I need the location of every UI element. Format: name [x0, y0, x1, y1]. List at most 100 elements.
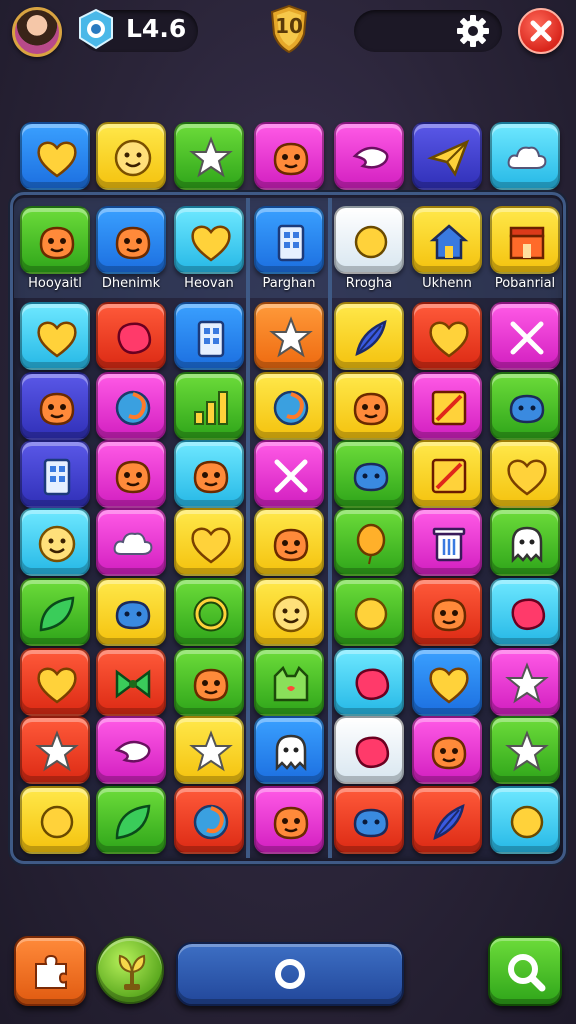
- house-icon: [429, 224, 469, 260]
- grid-tile[interactable]: [174, 440, 244, 508]
- top-tile[interactable]: [174, 122, 244, 190]
- circle-icon: [510, 805, 544, 839]
- grid-tile[interactable]: [174, 302, 244, 370]
- grid-tile[interactable]: [334, 508, 404, 576]
- puzzle-button[interactable]: [14, 936, 86, 1006]
- grid-tile[interactable]: [412, 372, 482, 440]
- level-badge-icon: [79, 8, 113, 50]
- top-tile[interactable]: [412, 122, 482, 190]
- main-action-button[interactable]: [176, 942, 404, 1006]
- top-tile[interactable]: [254, 122, 324, 190]
- monster-face-icon: [115, 226, 151, 260]
- header-tile[interactable]: [490, 206, 560, 274]
- shop-icon: [509, 226, 545, 260]
- grid-tile[interactable]: [490, 372, 560, 440]
- grid-tile[interactable]: [20, 786, 90, 854]
- close-button[interactable]: [518, 8, 564, 54]
- grid-tile[interactable]: [334, 716, 404, 784]
- header-tile[interactable]: [96, 206, 166, 274]
- top-tile[interactable]: [334, 122, 404, 190]
- heart-icon: [429, 321, 469, 358]
- grid-tile[interactable]: [20, 508, 90, 576]
- grid-tile[interactable]: [174, 508, 244, 576]
- grid-tile[interactable]: [490, 786, 560, 854]
- grid-tile[interactable]: [254, 786, 324, 854]
- grid-tile[interactable]: [96, 440, 166, 508]
- top-tile[interactable]: [20, 122, 90, 190]
- grid-tile[interactable]: [174, 716, 244, 784]
- grid-tile[interactable]: [412, 786, 482, 854]
- grid-tile[interactable]: [174, 786, 244, 854]
- grid-tile[interactable]: [96, 372, 166, 440]
- blob-icon: [117, 322, 152, 354]
- grid-tile[interactable]: [96, 508, 166, 576]
- grid-tile[interactable]: [490, 648, 560, 716]
- grid-tile[interactable]: [254, 578, 324, 646]
- search-button[interactable]: [488, 936, 562, 1006]
- grid-tile[interactable]: [490, 508, 560, 576]
- grid-tile[interactable]: [490, 302, 560, 370]
- grid-tile[interactable]: [254, 508, 324, 576]
- grid-tile[interactable]: [412, 648, 482, 716]
- grid-tile[interactable]: [412, 578, 482, 646]
- ring-icon: [193, 596, 229, 632]
- column-label: Rrogha: [345, 276, 393, 291]
- grid-tile[interactable]: [334, 648, 404, 716]
- grid-tile[interactable]: [174, 578, 244, 646]
- grid-tile[interactable]: [254, 440, 324, 508]
- circle-icon: [40, 805, 74, 839]
- gear-icon[interactable]: [456, 14, 490, 48]
- grid-tile[interactable]: [334, 440, 404, 508]
- column-label: Hooyaitl: [28, 276, 82, 291]
- blob-face-icon: [509, 394, 545, 424]
- grid-tile[interactable]: [490, 440, 560, 508]
- grid-tile[interactable]: [254, 716, 324, 784]
- grid-tile[interactable]: [334, 786, 404, 854]
- grid-tile[interactable]: [334, 578, 404, 646]
- header-tile[interactable]: [20, 206, 90, 274]
- grid-tile[interactable]: [254, 372, 324, 440]
- grid-tile[interactable]: [490, 716, 560, 784]
- avatar[interactable]: [12, 7, 62, 57]
- star-icon: [505, 662, 549, 704]
- monster-face-icon: [273, 142, 309, 176]
- paper-plane-icon: [427, 139, 470, 177]
- grid-tile[interactable]: [20, 716, 90, 784]
- grid-tile[interactable]: [412, 716, 482, 784]
- grid-tile[interactable]: [20, 648, 90, 716]
- plant-button[interactable]: [96, 936, 164, 1004]
- top-tile[interactable]: [490, 122, 560, 190]
- grid-tile[interactable]: [96, 716, 166, 784]
- grid-tile[interactable]: [334, 372, 404, 440]
- header-tile[interactable]: [174, 206, 244, 274]
- search-icon: [508, 954, 546, 992]
- grid-tile[interactable]: [96, 578, 166, 646]
- grid-tile[interactable]: [490, 578, 560, 646]
- grid-tile[interactable]: [412, 440, 482, 508]
- cross-icon: [510, 321, 544, 355]
- grid-tile[interactable]: [20, 372, 90, 440]
- bird-icon: [352, 146, 389, 169]
- grid-tile[interactable]: [174, 372, 244, 440]
- grid-tile[interactable]: [254, 302, 324, 370]
- smiley-face-icon: [114, 139, 152, 177]
- grid-tile[interactable]: [174, 648, 244, 716]
- grid-tile[interactable]: [20, 302, 90, 370]
- grid-tile[interactable]: [412, 302, 482, 370]
- grid-tile[interactable]: [334, 302, 404, 370]
- smiley-face-icon: [38, 525, 76, 563]
- header-tile[interactable]: [334, 206, 404, 274]
- grid-tile[interactable]: [96, 648, 166, 716]
- grid-tile[interactable]: [254, 648, 324, 716]
- grid-tile[interactable]: [20, 440, 90, 508]
- header-tile[interactable]: [254, 206, 324, 274]
- circle-icon: [354, 225, 388, 259]
- header-tile[interactable]: [412, 206, 482, 274]
- top-tile[interactable]: [96, 122, 166, 190]
- grid-tile[interactable]: [96, 786, 166, 854]
- column-label: Dhenimk: [101, 276, 161, 291]
- grid-tile[interactable]: [412, 508, 482, 576]
- grid-tile[interactable]: [20, 578, 90, 646]
- balloon-icon: [356, 523, 386, 565]
- grid-tile[interactable]: [96, 302, 166, 370]
